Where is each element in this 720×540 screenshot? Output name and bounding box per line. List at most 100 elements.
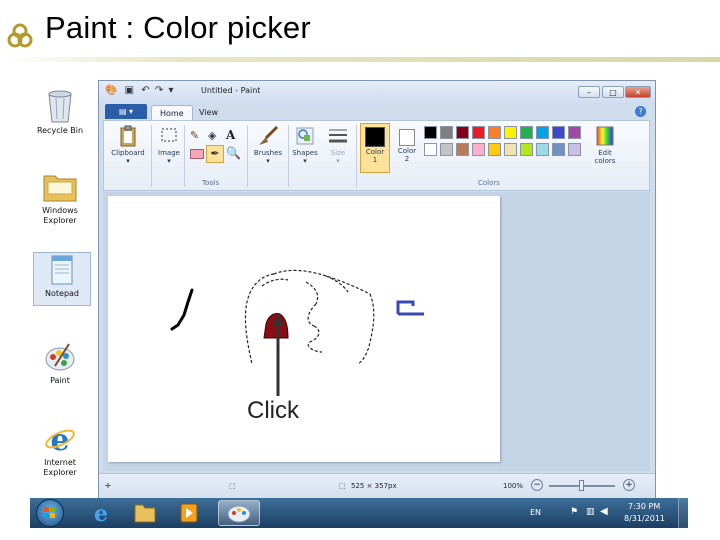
taskbar: e EN ⚑ ▥ ◀ 7:30 PM 8/31/2011 — [30, 498, 689, 528]
color1-label: 1 — [372, 156, 378, 164]
paint-app-icon[interactable]: 🎨 — [105, 85, 117, 96]
taskbar-paint[interactable] — [218, 500, 260, 526]
palette-swatch[interactable] — [536, 126, 549, 139]
clipboard-icon — [120, 125, 136, 147]
taskbar-internet-explorer[interactable]: e — [82, 500, 120, 527]
notepad-icon — [51, 255, 73, 285]
action-center-icon[interactable]: ⚑ — [570, 507, 578, 517]
selection-size-icon: ⬚ — [229, 482, 236, 490]
three-rings-icon — [7, 23, 33, 48]
divider — [151, 125, 152, 187]
show-desktop-button[interactable] — [678, 498, 689, 528]
desktop-icon-label: Paint — [50, 376, 70, 385]
image-button[interactable]: Image ▾ — [154, 125, 184, 165]
size-button[interactable]: Size ▾ — [324, 125, 352, 165]
network-icon[interactable]: ▥ — [586, 507, 595, 517]
text-icon[interactable]: A — [226, 128, 235, 142]
palette-swatch[interactable] — [536, 143, 549, 156]
palette-swatch[interactable] — [456, 126, 469, 139]
palette-swatch[interactable] — [472, 143, 485, 156]
clock-date[interactable]: 8/31/2011 — [624, 514, 665, 523]
language-indicator[interactable]: EN — [530, 508, 541, 517]
color2-button[interactable]: Color 2 — [392, 123, 422, 163]
desktop-icon-paint[interactable]: Paint — [30, 340, 90, 386]
divider — [184, 125, 185, 187]
clipboard-button[interactable]: Clipboard ▾ — [108, 125, 148, 165]
palette-swatch[interactable] — [552, 126, 565, 139]
fill-icon[interactable]: ◈ — [208, 129, 216, 142]
divider — [356, 125, 357, 187]
color-palette — [424, 126, 594, 162]
paint-palette-icon — [227, 505, 251, 523]
palette-swatch[interactable] — [440, 143, 453, 156]
click-annotation: Click — [247, 397, 300, 424]
shapes-button[interactable]: Shapes ▾ — [290, 125, 320, 165]
brushes-button[interactable]: Brushes ▾ — [250, 125, 286, 165]
palette-swatch[interactable] — [424, 143, 437, 156]
zoom-level: 100% — [503, 482, 524, 490]
desktop-icon-internet-explorer[interactable]: e Internet Explorer — [30, 422, 90, 478]
minimize-button[interactable]: – — [578, 86, 600, 98]
palette-swatch[interactable] — [488, 126, 501, 139]
close-button[interactable]: ✕ — [625, 86, 651, 98]
divider — [288, 125, 289, 187]
undo-icon[interactable]: ↶ — [141, 85, 149, 96]
pencil-icon[interactable]: ✎ — [190, 129, 199, 142]
taskbar-media-player[interactable] — [170, 500, 208, 526]
maximize-button[interactable]: □ — [602, 86, 624, 98]
color-wheel-icon — [596, 126, 614, 146]
window-title: Untitled - Paint — [201, 86, 261, 95]
folder-icon — [134, 504, 156, 523]
clock-time[interactable]: 7:30 PM — [628, 502, 660, 511]
zoom-out-button[interactable]: − — [531, 479, 543, 491]
windows-logo-icon — [44, 507, 55, 518]
palette-swatch[interactable] — [568, 143, 581, 156]
title-bar[interactable]: 🎨 ▣ ↶ ↷ ▾ Untitled - Paint – □ ✕ — [99, 81, 655, 103]
tab-view[interactable]: View — [191, 105, 226, 120]
palette-swatch[interactable] — [568, 126, 581, 139]
color1-label: Color — [365, 148, 385, 156]
volume-icon[interactable]: ◀ — [600, 506, 608, 517]
palette-swatch[interactable] — [520, 126, 533, 139]
eraser-icon[interactable] — [190, 149, 204, 159]
magnifier-icon[interactable]: 🔍 — [226, 146, 241, 160]
image-label: Image — [158, 149, 180, 157]
svg-text:e: e — [50, 423, 69, 456]
palette-swatch[interactable] — [504, 143, 517, 156]
shapes-label: Shapes — [292, 149, 318, 157]
chevron-down-icon: ▾ — [126, 157, 130, 165]
start-button[interactable] — [36, 499, 64, 527]
desktop-icon-recycle-bin[interactable]: Recycle Bin — [30, 86, 90, 136]
edit-colors-button[interactable]: Edit colors — [590, 125, 620, 165]
palette-swatch[interactable] — [440, 126, 453, 139]
customize-qat-icon[interactable]: ▾ — [168, 85, 173, 96]
palette-swatch[interactable] — [456, 143, 469, 156]
desktop-icon-windows-explorer[interactable]: Windows Explorer — [30, 170, 90, 226]
media-player-icon — [180, 503, 198, 523]
head-outline — [244, 269, 375, 365]
desktop-icon-label: Internet — [44, 458, 76, 467]
status-bar: ✛ ⬚ ⬚ 525 × 357px 100% − + — [99, 473, 655, 498]
zoom-slider-handle[interactable] — [579, 480, 584, 491]
palette-swatch[interactable] — [504, 126, 517, 139]
save-icon[interactable]: ▣ — [125, 85, 134, 96]
paint-menu-button[interactable]: ▤ ▾ — [105, 104, 147, 119]
tab-home[interactable]: Home — [151, 105, 193, 121]
drawing-canvas[interactable]: Click — [108, 196, 500, 462]
palette-swatch[interactable] — [552, 143, 565, 156]
palette-swatch[interactable] — [520, 143, 533, 156]
palette-swatch[interactable] — [472, 126, 485, 139]
redo-icon[interactable]: ↷ — [155, 85, 163, 96]
chevron-down-icon: ▾ — [336, 157, 340, 165]
palette-swatch[interactable] — [488, 143, 501, 156]
tools-group: ✎ ◈ A ✒ 🔍 — [188, 127, 244, 171]
palette-swatch[interactable] — [424, 126, 437, 139]
color-picker-icon[interactable]: ✒ — [206, 145, 224, 163]
internet-explorer-icon: e — [45, 423, 75, 456]
color1-swatch — [365, 127, 385, 147]
taskbar-windows-explorer[interactable] — [126, 500, 164, 526]
color1-button[interactable]: Color 1 — [360, 123, 390, 173]
desktop-icon-notepad[interactable]: Notepad — [33, 252, 91, 306]
zoom-in-button[interactable]: + — [623, 479, 635, 491]
help-icon[interactable]: ? — [635, 106, 646, 117]
